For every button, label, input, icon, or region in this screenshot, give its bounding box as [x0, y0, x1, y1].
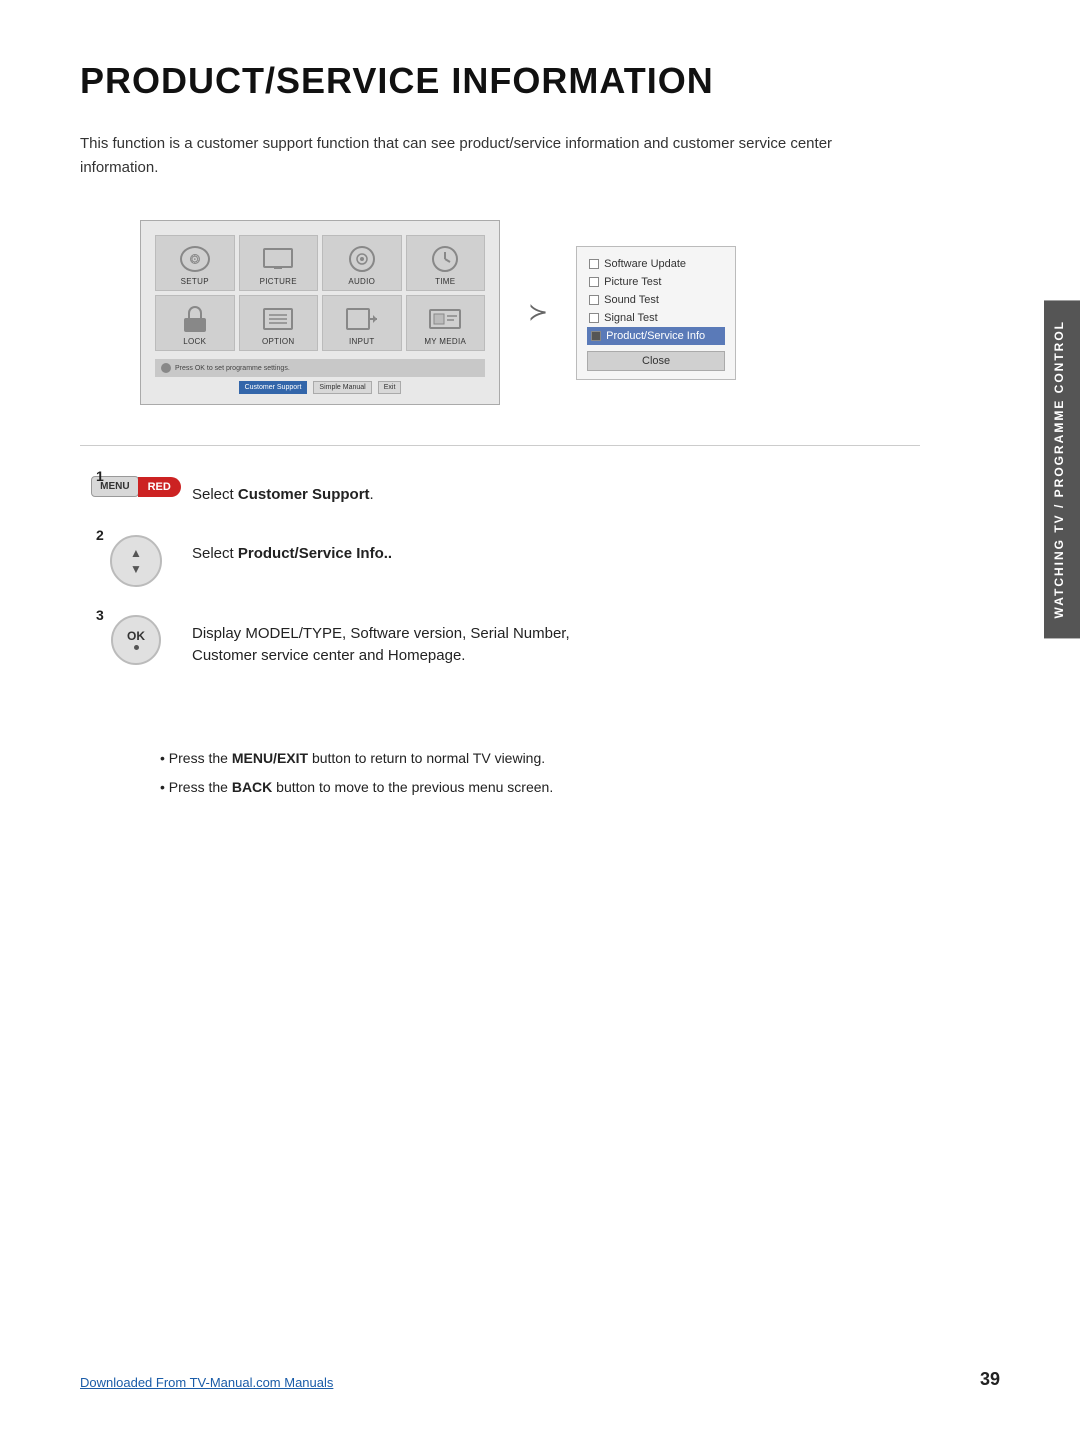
step-2-row: 2 ▲ ▼ Select Product/Service Info.. [100, 535, 920, 587]
note-1: • Press the MENU/EXIT button to return t… [160, 748, 920, 769]
input-icon [344, 304, 380, 334]
checkbox-sound-test [589, 295, 599, 305]
submenu-sound-test-label: Sound Test [604, 294, 659, 306]
lock-icon [177, 304, 213, 334]
time-icon-svg [431, 245, 459, 273]
up-arrow-icon: ▲ [130, 546, 142, 560]
picture-icon [260, 244, 296, 274]
menu-item-time: TIME [406, 235, 486, 291]
step-3-number: 3 [96, 607, 104, 623]
time-label: TIME [435, 277, 455, 286]
menu-item-picture: PICTURE [239, 235, 319, 291]
audio-icon [344, 244, 380, 274]
step-1-number: 1 [96, 468, 104, 484]
lock-body [184, 318, 206, 332]
menu-item-option: OPTION [239, 295, 319, 351]
page-number: 39 [980, 1369, 1000, 1390]
checkbox-signal-test [589, 313, 599, 323]
step-2-icon-wrap: 2 ▲ ▼ [100, 535, 172, 587]
tv-screen: ⚙ SETUP PICTURE [140, 220, 500, 405]
lock-shackle [188, 306, 202, 318]
menu-item-setup: ⚙ SETUP [155, 235, 235, 291]
checkbox-software-update [589, 259, 599, 269]
exit-btn[interactable]: Exit [378, 381, 402, 394]
submenu-software-update: Software Update [587, 255, 725, 273]
picture-label: PICTURE [260, 277, 297, 286]
step-3-text: Display MODEL/TYPE, Software version, Se… [192, 615, 920, 668]
sidebar-tab: WATCHING TV / PROGRAMME CONTROL [1044, 300, 1080, 638]
input-icon-svg [346, 307, 378, 331]
step-1-icon-wrap: 1 MENU RED [100, 476, 172, 497]
lock-label: LOCK [183, 337, 206, 346]
tv-bottom-buttons: Customer Support Simple Manual Exit [155, 381, 485, 394]
menu-item-input: INPUT [322, 295, 402, 351]
down-arrow-icon: ▼ [130, 562, 142, 576]
submenu-picture-test-label: Picture Test [604, 276, 661, 288]
bottom-text: Press OK to set programme settings. [175, 365, 290, 372]
setup-icon: ⚙ [177, 244, 213, 274]
submenu-panel: Software Update Picture Test Sound Test … [576, 246, 736, 380]
mymedia-label: MY MEDIA [424, 337, 466, 346]
setup-label: SETUP [181, 277, 209, 286]
setup-icon-shape: ⚙ [180, 246, 210, 272]
submenu-signal-test-label: Signal Test [604, 312, 658, 324]
submenu-product-service-info: Product/Service Info [587, 327, 725, 345]
checkbox-product-service [591, 331, 601, 341]
simple-manual-btn[interactable]: Simple Manual [313, 381, 371, 394]
steps-section: 1 MENU RED Select Customer Support. 2 ▲ … [100, 476, 920, 668]
menu-item-audio: AUDIO [322, 235, 402, 291]
option-icon-svg [263, 307, 293, 331]
submenu-sound-test: Sound Test [587, 291, 725, 309]
page-title: PRODUCT/SERVICE INFORMATION [80, 60, 920, 102]
ok-text: OK [127, 629, 145, 643]
ok-dot [134, 645, 139, 650]
red-key: RED [138, 477, 181, 497]
step-1-text: Select Customer Support. [192, 476, 920, 507]
tv-bottom-bar: Press OK to set programme settings. [155, 359, 485, 377]
step-2-text: Select Product/Service Info.. [192, 535, 920, 566]
option-icon [260, 304, 296, 334]
submenu-picture-test: Picture Test [587, 273, 725, 291]
submenu-signal-test: Signal Test [587, 309, 725, 327]
arrow-icon: ≻ [528, 298, 548, 327]
audio-icon-svg [348, 245, 376, 273]
mymedia-icon-svg [429, 306, 461, 332]
step-2-nav-button: ▲ ▼ [110, 535, 162, 587]
footer-link[interactable]: Downloaded From TV-Manual.com Manuals [80, 1375, 333, 1390]
menu-item-mymedia: MY MEDIA [406, 295, 486, 351]
step-2-number: 2 [96, 527, 104, 543]
intro-text: This function is a customer support func… [80, 132, 900, 180]
step-1-row: 1 MENU RED Select Customer Support. [100, 476, 920, 507]
checkbox-picture-test [589, 277, 599, 287]
menu-item-lock: LOCK [155, 295, 235, 351]
step-3-icon-wrap: 3 OK [100, 615, 172, 665]
bullet-icon [161, 363, 171, 373]
tv-menu-grid: ⚙ SETUP PICTURE [155, 235, 485, 351]
tv-ui-section: ⚙ SETUP PICTURE [140, 220, 920, 405]
lock-icon-shape [184, 306, 206, 332]
audio-label: AUDIO [348, 277, 375, 286]
notes-section: • Press the MENU/EXIT button to return t… [160, 748, 920, 798]
submenu-software-update-label: Software Update [604, 258, 686, 270]
submenu-close-button[interactable]: Close [587, 351, 725, 371]
section-divider [80, 445, 920, 446]
step-1-button: MENU RED [91, 476, 181, 497]
customer-support-btn[interactable]: Customer Support [239, 381, 308, 394]
submenu-product-service-label: Product/Service Info [606, 330, 705, 342]
time-icon [427, 244, 463, 274]
option-label: OPTION [262, 337, 294, 346]
note-2: • Press the BACK button to move to the p… [160, 777, 920, 798]
step-3-ok-button: OK [111, 615, 161, 665]
step-3-row: 3 OK Display MODEL/TYPE, Software versio… [100, 615, 920, 668]
picture-icon-svg [263, 248, 293, 270]
input-label: INPUT [349, 337, 375, 346]
mymedia-icon [427, 304, 463, 334]
